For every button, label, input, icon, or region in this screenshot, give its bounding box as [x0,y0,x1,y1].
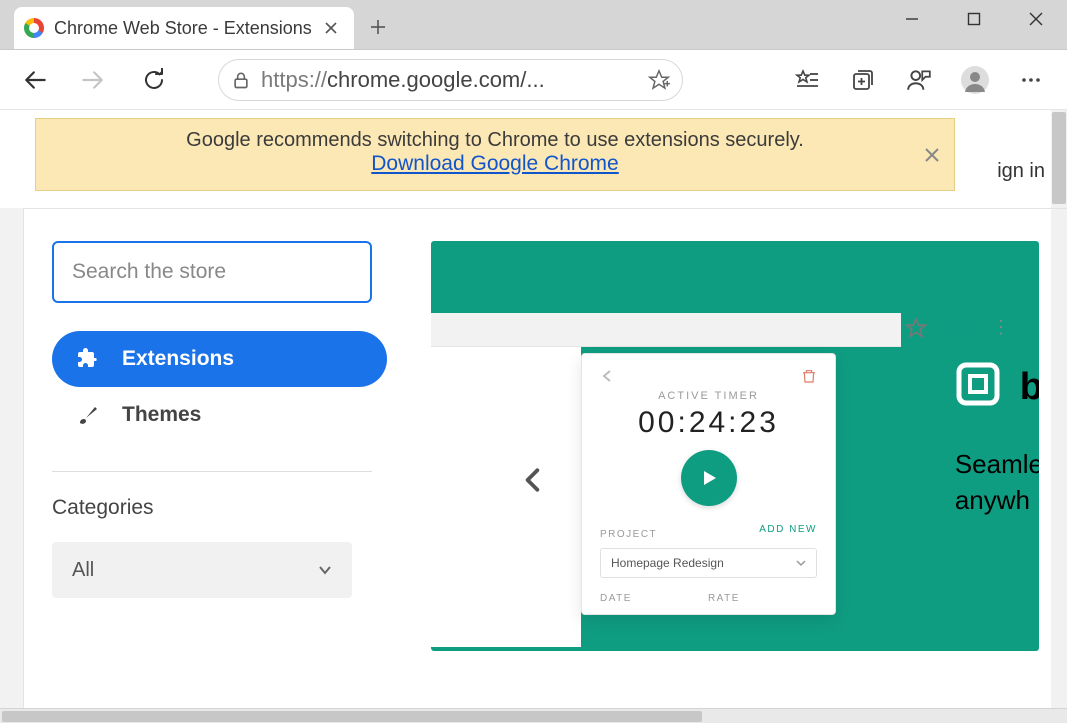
categories-heading: Categories [52,496,387,520]
tab-close-button[interactable] [322,19,340,37]
more-menu-button[interactable] [1009,58,1053,102]
project-value: Homepage Redesign [611,556,724,570]
main-content: ⋮ ACTIVE TIMER 00:24:23 PROJECT [419,208,1067,708]
browser-toolbar: https://chrome.google.com/... [0,50,1067,110]
minimize-button[interactable] [881,0,943,38]
add-favorite-icon[interactable] [648,69,670,91]
popup-back-icon[interactable] [600,369,614,383]
page-content: Google recommends switching to Chrome to… [0,110,1067,708]
trash-icon[interactable] [801,368,817,384]
chevron-down-icon [318,563,332,577]
profile-button[interactable] [953,58,997,102]
favorites-button[interactable] [785,58,829,102]
plus-icon [370,19,386,35]
date-label: DATE [600,593,632,604]
sidebar-item-themes[interactable]: Themes [52,387,387,443]
browser-tab[interactable]: Chrome Web Store - Extensions [14,7,354,49]
brand-name: b [1020,366,1039,409]
puzzle-icon [76,347,100,371]
refresh-button[interactable] [132,58,176,102]
divider [52,471,372,472]
sign-in-link[interactable]: ign in [997,160,1045,183]
collections-button[interactable] [841,58,885,102]
close-icon [325,22,337,34]
back-arrow-icon [23,67,49,93]
horizontal-scrollbar[interactable] [0,708,1067,723]
play-icon [699,468,719,488]
chevron-left-icon [520,461,546,499]
maximize-icon [967,12,981,26]
hero-tagline: Seamleanywh [955,446,1039,519]
close-icon [1029,12,1043,26]
close-icon [925,148,939,162]
left-gutter [0,208,24,708]
search-placeholder: Search the store [72,260,226,284]
maximize-button[interactable] [943,0,1005,38]
switch-to-chrome-banner: Google recommends switching to Chrome to… [35,118,955,191]
scroll-thumb[interactable] [2,711,702,722]
minimize-icon [905,12,919,26]
person-speech-icon [906,67,932,93]
featured-hero[interactable]: ⋮ ACTIVE TIMER 00:24:23 PROJECT [431,241,1039,651]
timer-value: 00:24:23 [582,406,835,440]
play-button[interactable] [681,450,737,506]
forward-button[interactable] [70,58,114,102]
hero-prev-button[interactable] [509,456,557,504]
url-text: https://chrome.google.com/... [261,67,638,93]
dropdown-value: All [72,559,94,582]
notification-close-button[interactable] [922,145,942,165]
timer-label: ACTIVE TIMER [582,390,835,402]
sidebar-item-label: Extensions [122,347,234,371]
sidebar-item-label: Themes [122,403,201,427]
notification-text: Google recommends switching to Chrome to… [186,129,804,151]
window-titlebar: Chrome Web Store - Extensions [0,0,1067,50]
profile-avatar-icon [960,65,990,95]
sidebar-item-extensions[interactable]: Extensions [52,331,387,387]
ellipsis-icon [1019,68,1043,92]
back-button[interactable] [14,58,58,102]
download-chrome-link[interactable]: Download Google Chrome [371,152,618,175]
star-icon [905,317,927,339]
lock-icon [231,70,251,90]
project-label: PROJECT [600,529,657,540]
hero-browser-bar [431,313,901,347]
scroll-thumb[interactable] [1052,112,1066,204]
timer-popup: ACTIVE TIMER 00:24:23 PROJECT ADD NEW Ho… [581,353,836,615]
collections-icon [851,68,875,92]
category-dropdown[interactable]: All [52,542,352,598]
hero-more-icon: ⋮ [992,317,1011,338]
account-button[interactable] [897,58,941,102]
brand-logo-icon [955,361,1001,407]
project-select[interactable]: Homepage Redesign [600,548,817,578]
forward-arrow-icon [79,67,105,93]
new-tab-button[interactable] [358,7,398,47]
sidebar: Search the store Extensions Themes Categ [24,208,419,708]
favorites-list-icon [795,68,819,92]
extension-badge-icon [945,314,973,342]
add-new-link[interactable]: ADD NEW [759,524,817,535]
address-bar[interactable]: https://chrome.google.com/... [218,59,683,101]
chrome-favicon [24,18,44,38]
search-input[interactable]: Search the store [52,241,372,303]
chevron-down-icon [796,558,806,568]
tab-strip: Chrome Web Store - Extensions [0,0,398,49]
window-controls [881,0,1067,38]
sidebar-nav: Extensions Themes [52,331,387,443]
rate-label: RATE [708,593,740,604]
close-window-button[interactable] [1005,0,1067,38]
refresh-icon [142,68,166,92]
tab-title: Chrome Web Store - Extensions [54,18,312,39]
brush-icon [76,403,100,427]
